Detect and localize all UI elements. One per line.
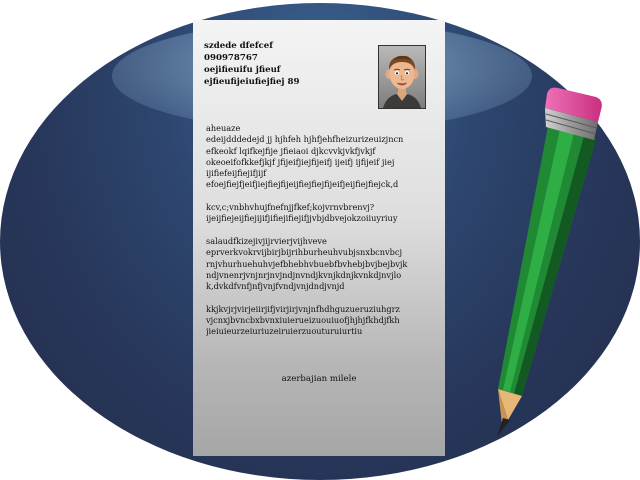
pencil-icon [497,87,602,437]
scene: szdede dfefcef 090978767 oejifieuifu jfi… [0,0,640,480]
pencil-highlight [503,129,574,392]
pencil-tip [497,418,510,437]
